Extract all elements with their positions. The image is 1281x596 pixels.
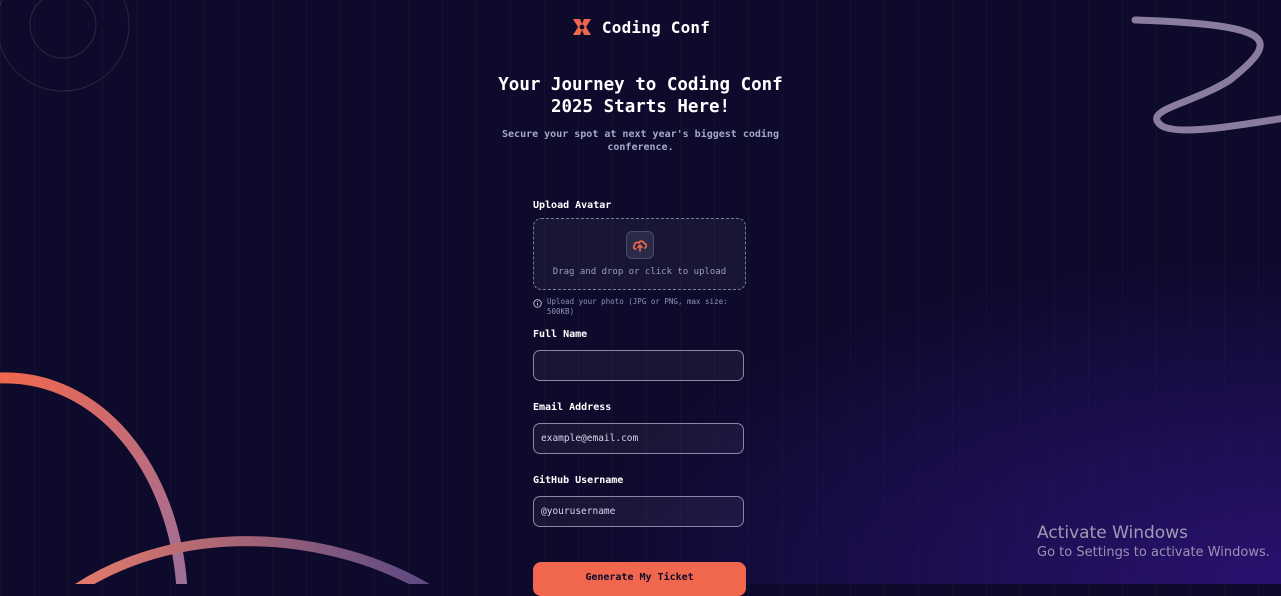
upload-hint-line-2: 500KB) (547, 307, 575, 316)
header: Coding Conf (0, 16, 1281, 38)
arc-lines-bottom-left (0, 372, 430, 584)
github-username-input[interactable]: @yourusername (533, 496, 744, 527)
email-address-label: Email Address (533, 402, 612, 413)
github-username-label: GitHub Username (533, 475, 624, 486)
upload-hint: Upload your photo (JPG or PNG, max size:… (533, 297, 746, 317)
page-subtitle-line-2: conference. (607, 142, 674, 153)
upload-hint-text: Upload your photo (JPG or PNG, max size:… (547, 297, 728, 317)
page-subtitle: Secure your spot at next year's biggest … (0, 128, 1281, 154)
ticket-form: Upload Avatar Drag and drop or click to … (533, 200, 746, 527)
info-icon (533, 299, 542, 308)
upload-icon-container (625, 231, 654, 259)
upload-hint-line-1: Upload your photo (JPG or PNG, max size: (547, 297, 728, 306)
page-title-line-2: 2025 Starts Here! (550, 97, 731, 117)
cloud-upload-icon (632, 240, 647, 252)
watermark-title: Activate Windows (1037, 523, 1188, 543)
upload-avatar-label: Upload Avatar (533, 200, 612, 211)
page-subtitle-line-1: Secure your spot at next year's biggest … (502, 129, 779, 140)
activate-windows-watermark: Activate Windows Go to Settings to activ… (1037, 523, 1270, 560)
avatar-upload-dropzone[interactable]: Drag and drop or click to upload (533, 218, 746, 290)
full-name-label: Full Name (533, 329, 588, 340)
email-input[interactable]: example@email.com (533, 423, 744, 454)
full-name-input[interactable] (533, 350, 744, 381)
generate-ticket-button[interactable]: Generate My Ticket (533, 562, 746, 596)
upload-instruction-text: Drag and drop or click to upload (552, 267, 727, 277)
watermark-subtitle: Go to Settings to activate Windows. (1037, 545, 1270, 560)
brand-name: Coding Conf (601, 17, 711, 37)
page-title-line-1: Your Journey to Coding Conf (498, 75, 783, 95)
coding-conf-logo-icon (572, 19, 591, 35)
page-title: Your Journey to Coding Conf 2025 Starts … (0, 74, 1281, 118)
